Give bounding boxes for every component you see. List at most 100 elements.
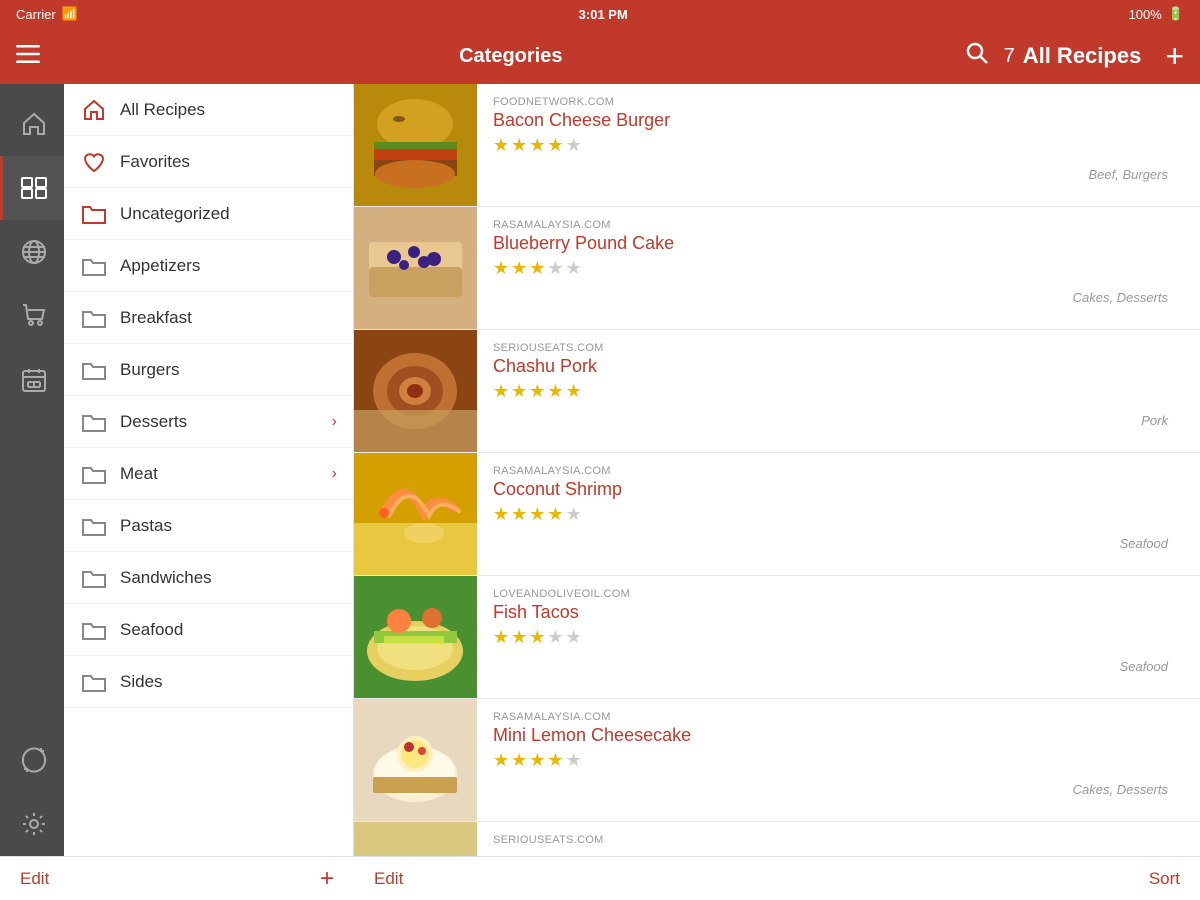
category-burgers[interactable]: Burgers (64, 344, 353, 396)
recipes-panel: FOODNETWORK.COM Bacon Cheese Burger ★ ★ … (354, 84, 1200, 856)
category-breakfast[interactable]: Breakfast (64, 292, 353, 344)
chevron-right-icon-meat: › (332, 465, 337, 483)
recipe-title-coconut-shrimp: Coconut Shrimp (493, 479, 1064, 500)
edit-recipes-button[interactable]: Edit (374, 869, 403, 889)
recipe-item-chashu-pork[interactable]: SERIOUSEATS.COM Chashu Pork ★ ★ ★ ★ ★ Po… (354, 330, 1200, 453)
home-icon (80, 96, 108, 124)
sidebar-icon-categories[interactable] (0, 156, 64, 220)
category-desserts[interactable]: Desserts › (64, 396, 353, 448)
sidebar-icon-globe[interactable] (0, 220, 64, 284)
category-uncategorized[interactable]: Uncategorized (64, 188, 353, 240)
battery-icon: 🔋 (1168, 6, 1184, 22)
header-title: Categories (56, 45, 966, 68)
recipe-stars-fish-tacos: ★ ★ ★ ★ ★ (493, 627, 1064, 648)
recipe-thumb-coconut-shrimp (354, 453, 477, 575)
category-label-favorites: Favorites (120, 152, 337, 172)
category-label-pastas: Pastas (120, 516, 337, 536)
star-1: ★ (493, 135, 509, 156)
recipe-info-mini-lemon-cheesecake: RASAMALAYSIA.COM Mini Lemon Cheesecake ★… (477, 699, 1073, 821)
category-favorites[interactable]: Favorites (64, 136, 353, 188)
category-label-desserts: Desserts (120, 412, 332, 432)
recipe-info-coconut-shrimp: RASAMALAYSIA.COM Coconut Shrimp ★ ★ ★ ★ … (477, 453, 1080, 575)
recipe-count: 7 (1004, 45, 1015, 68)
sort-recipes-button[interactable]: Sort (1149, 869, 1180, 889)
recipe-thumb-blueberry-pound-cake (354, 207, 477, 329)
folder-icon-breakfast (80, 304, 108, 332)
category-all-recipes[interactable]: All Recipes (64, 84, 353, 136)
star-2: ★ (511, 135, 527, 156)
sidebar-icon-sync[interactable] (0, 728, 64, 792)
recipe-item-coconut-shrimp[interactable]: RASAMALAYSIA.COM Coconut Shrimp ★ ★ ★ ★ … (354, 453, 1200, 576)
sidebar-icon-home[interactable] (0, 92, 64, 156)
folder-icon-appetizers (80, 252, 108, 280)
recipe-source-fish-tacos: LOVEANDOLIVEOIL.COM (493, 588, 1064, 600)
status-left: Carrier 📶 (16, 6, 78, 22)
recipe-stars-bacon-cheese-burger: ★ ★ ★ ★ ★ (493, 135, 1064, 156)
category-pastas[interactable]: Pastas (64, 500, 353, 552)
recipe-source-bacon-cheese-burger: FOODNETWORK.COM (493, 96, 1064, 108)
edit-categories-button[interactable]: Edit (20, 869, 49, 889)
recipe-thumb-fish-tacos (354, 576, 477, 698)
recipe-info-fish-tacos: LOVEANDOLIVEOIL.COM Fish Tacos ★ ★ ★ ★ ★ (477, 576, 1080, 698)
wifi-icon: 📶 (62, 6, 78, 22)
category-label-meat: Meat (120, 464, 332, 484)
bottom-bar-categories: Edit + (0, 856, 354, 900)
status-time: 3:01 PM (579, 7, 628, 22)
category-seafood[interactable]: Seafood (64, 604, 353, 656)
battery-label: 100% (1129, 7, 1162, 22)
sidebar-icon-settings[interactable] (0, 792, 64, 856)
category-label-seafood: Seafood (120, 620, 337, 640)
recipe-item-blueberry-pound-cake[interactable]: RASAMALAYSIA.COM Blueberry Pound Cake ★ … (354, 207, 1200, 330)
recipe-label: All Recipes (1023, 43, 1142, 69)
recipe-source-coconut-shrimp: RASAMALAYSIA.COM (493, 465, 1064, 477)
category-sides[interactable]: Sides (64, 656, 353, 708)
recipe-info-chashu-pork: SERIOUSEATS.COM Chashu Pork ★ ★ ★ ★ ★ (477, 330, 1080, 452)
recipe-item-mini-lemon-cheesecake[interactable]: RASAMALAYSIA.COM Mini Lemon Cheesecake ★… (354, 699, 1200, 822)
categories-panel: All Recipes Favorites Uncategorized (64, 84, 354, 856)
recipe-title-bacon-cheese-burger: Bacon Cheese Burger (493, 110, 1064, 131)
main-layout: All Recipes Favorites Uncategorized (0, 84, 1200, 856)
category-label-uncategorized: Uncategorized (120, 204, 337, 224)
recipe-info-last: SERIOUSEATS.COM (477, 822, 1200, 856)
category-meat[interactable]: Meat › (64, 448, 353, 500)
status-right: 100% 🔋 (1129, 6, 1184, 22)
search-button[interactable] (966, 42, 988, 70)
folder-icon-burgers (80, 356, 108, 384)
category-label-sides: Sides (120, 672, 337, 692)
category-sandwiches[interactable]: Sandwiches (64, 552, 353, 604)
category-label-all-recipes: All Recipes (120, 100, 337, 120)
sidebar-icon-calendar[interactable] (0, 348, 64, 412)
folder-icon-sides (80, 668, 108, 696)
recipe-source-blueberry-pound-cake: RASAMALAYSIA.COM (493, 219, 1057, 231)
add-recipe-button[interactable]: + (1165, 38, 1184, 75)
category-appetizers[interactable]: Appetizers (64, 240, 353, 292)
add-category-button[interactable]: + (320, 865, 334, 893)
all-recipes-header: 7 All Recipes (1004, 43, 1142, 69)
recipe-thumb-bacon-cheese-burger (354, 84, 477, 206)
folder-icon-meat (80, 460, 108, 488)
icon-sidebar (0, 84, 64, 856)
folder-icon-desserts (80, 408, 108, 436)
recipe-source-chashu-pork: SERIOUSEATS.COM (493, 342, 1064, 354)
recipe-tags-blueberry-pound-cake: Cakes, Desserts (1073, 207, 1200, 329)
recipe-title-chashu-pork: Chashu Pork (493, 356, 1064, 377)
recipe-source-mini-lemon-cheesecake: RASAMALAYSIA.COM (493, 711, 1057, 723)
category-label-sandwiches: Sandwiches (120, 568, 337, 588)
category-label-breakfast: Breakfast (120, 308, 337, 328)
category-label-burgers: Burgers (120, 360, 337, 380)
star-5: ★ (566, 135, 582, 156)
recipe-title-blueberry-pound-cake: Blueberry Pound Cake (493, 233, 1057, 254)
carrier-label: Carrier (16, 7, 56, 22)
recipe-tags-fish-tacos: Seafood (1080, 576, 1200, 698)
recipe-item-fish-tacos[interactable]: LOVEANDOLIVEOIL.COM Fish Tacos ★ ★ ★ ★ ★… (354, 576, 1200, 699)
recipe-source-last: SERIOUSEATS.COM (493, 834, 1184, 846)
recipe-tags-coconut-shrimp: Seafood (1080, 453, 1200, 575)
recipe-item-last[interactable]: SERIOUSEATS.COM (354, 822, 1200, 856)
folder-open-icon (80, 200, 108, 228)
sidebar-icon-cart[interactable] (0, 284, 64, 348)
status-bar: Carrier 📶 3:01 PM 100% 🔋 (0, 0, 1200, 28)
recipe-item-bacon-cheese-burger[interactable]: FOODNETWORK.COM Bacon Cheese Burger ★ ★ … (354, 84, 1200, 207)
menu-button[interactable] (16, 43, 56, 69)
chevron-right-icon-desserts: › (332, 413, 337, 431)
recipe-tags-mini-lemon-cheesecake: Cakes, Desserts (1073, 699, 1200, 821)
